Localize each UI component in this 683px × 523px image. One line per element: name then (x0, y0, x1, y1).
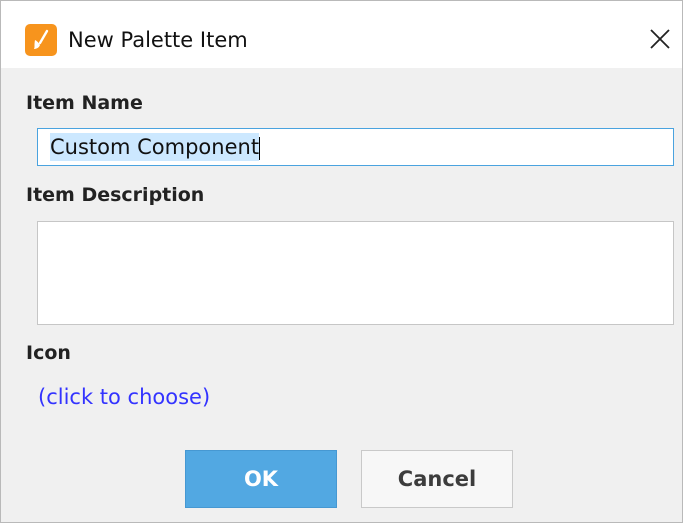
new-palette-item-dialog: New Palette Item Item Name Custom Compon… (0, 0, 683, 523)
item-name-label: Item Name (26, 92, 143, 114)
choose-icon-link[interactable]: (click to choose) (38, 383, 210, 411)
item-name-input[interactable]: Custom Component (37, 128, 674, 166)
close-button[interactable] (641, 21, 679, 57)
item-description-textarea[interactable] (37, 221, 674, 325)
close-icon (650, 29, 670, 49)
brush-icon (25, 24, 57, 56)
title-bar: New Palette Item (1, 1, 682, 68)
text-caret (259, 136, 261, 160)
item-description-label: Item Description (26, 184, 205, 206)
item-name-value: Custom Component (50, 133, 260, 161)
ok-button[interactable]: OK (185, 450, 337, 508)
cancel-button[interactable]: Cancel (361, 450, 513, 508)
icon-label: Icon (26, 342, 71, 364)
window-title: New Palette Item (68, 28, 248, 52)
